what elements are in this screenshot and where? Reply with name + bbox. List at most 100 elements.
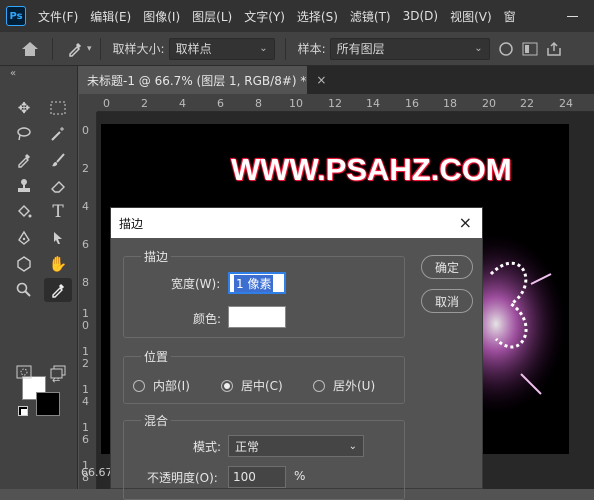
- lasso-tool-icon[interactable]: [10, 122, 38, 146]
- layers-ring-icon[interactable]: [494, 37, 518, 61]
- default-colors-icon-inner: [21, 409, 27, 415]
- color-swatch[interactable]: [228, 306, 286, 328]
- photoshop-logo[interactable]: Ps: [6, 6, 26, 26]
- menu-3d[interactable]: 3D(D): [397, 9, 444, 23]
- blend-group: [123, 420, 405, 500]
- radio-icon: [313, 379, 325, 392]
- ruler-tick: 12: [328, 97, 342, 110]
- panel-icon[interactable]: [518, 37, 542, 61]
- sample-size-label: 取样大小:: [112, 42, 165, 56]
- dialog-title: 描边: [119, 216, 144, 231]
- move-tool-icon[interactable]: ✥: [10, 96, 38, 120]
- sample-select[interactable]: 所有图层 ⌄: [329, 37, 490, 60]
- ruler-tick: 18: [443, 97, 457, 110]
- zoom-tool-icon[interactable]: [10, 278, 38, 302]
- horizontal-ruler[interactable]: 0 2 4 6 8 10 12 14 16 18 20 22 24: [97, 94, 594, 112]
- inside-radio[interactable]: 内部(I): [133, 377, 190, 394]
- menu-file[interactable]: 文件(F): [32, 8, 84, 25]
- eyedropper-tool-icon[interactable]: [63, 37, 87, 61]
- type-tool-icon[interactable]: T: [44, 200, 72, 224]
- center-radio[interactable]: 居中(C): [221, 377, 283, 394]
- marquee-tool-icon[interactable]: [44, 96, 72, 120]
- opacity-unit: %: [294, 469, 306, 483]
- pen-tool-icon[interactable]: [10, 226, 38, 250]
- hand-tool-icon[interactable]: ✋: [44, 252, 72, 276]
- ruler-tick: 1 2: [82, 345, 89, 370]
- outside-label: 居外(U): [333, 379, 376, 393]
- sample-label: 样本:: [297, 42, 326, 56]
- ruler-tick: 22: [520, 97, 534, 110]
- chevron-down-icon: ⌄: [259, 43, 268, 54]
- menu-filter[interactable]: 滤镜(T): [344, 8, 397, 25]
- menu-layer[interactable]: 图层(L): [186, 8, 238, 25]
- vertical-ruler[interactable]: 0 2 4 6 8 1 0 1 2 1 4 1 6 1 8: [79, 112, 97, 489]
- ruler-tick: 0: [103, 97, 110, 110]
- ruler-tick: 1 0: [82, 307, 89, 332]
- ruler-tick: 20: [482, 97, 496, 110]
- screen-mode-icon[interactable]: [44, 360, 72, 384]
- menu-image[interactable]: 图像(I): [137, 8, 186, 25]
- zoom-level[interactable]: 66.67: [81, 466, 113, 479]
- eraser-tool-icon[interactable]: [44, 174, 72, 198]
- ruler-tick: 1 6: [82, 421, 89, 446]
- document-tab[interactable]: 未标题-1 @ 66.7% (图层 1, RGB/8#) * ×: [79, 66, 326, 94]
- ruler-tick: 14: [366, 97, 380, 110]
- brush-tool-icon[interactable]: [44, 148, 72, 172]
- menu-select[interactable]: 选择(S): [291, 8, 344, 25]
- ok-button[interactable]: 确定: [421, 255, 473, 279]
- mode-select[interactable]: 正常 ⌄: [228, 435, 364, 457]
- chevron-down-icon: ⌄: [474, 43, 483, 54]
- sample-value: 所有图层: [336, 42, 385, 56]
- menu-type[interactable]: 文字(Y): [238, 8, 291, 25]
- opacity-value: 100: [233, 470, 256, 484]
- outside-radio[interactable]: 居外(U): [313, 377, 375, 394]
- close-tab-icon[interactable]: ×: [316, 73, 326, 87]
- close-icon[interactable]: ×: [459, 213, 472, 232]
- shape-tool-icon[interactable]: [10, 252, 38, 276]
- radio-selected-icon: [221, 379, 233, 392]
- radio-icon: [133, 379, 145, 392]
- color-sampler-tool-icon[interactable]: [44, 278, 72, 302]
- color-label: 颜色:: [193, 312, 222, 326]
- stroke-dialog: 描边 × 描边 宽度(W): 1 像素 颜色: 确定 取消 位置 内部(I) 居…: [110, 207, 483, 500]
- ruler-tick: 1 4: [82, 383, 89, 408]
- ruler-tick: 2: [82, 162, 89, 175]
- tools-panel: « ✥ T ✋ ⇄: [0, 66, 78, 489]
- chevron-down-icon[interactable]: ▾: [87, 44, 92, 54]
- clone-stamp-tool-icon[interactable]: [10, 174, 38, 198]
- collapse-icon[interactable]: «: [10, 68, 16, 79]
- background-color-swatch[interactable]: [36, 392, 60, 416]
- width-label: 宽度(W):: [171, 277, 221, 291]
- opacity-input[interactable]: 100: [228, 466, 286, 488]
- home-icon[interactable]: [18, 37, 42, 61]
- stroke-group-label: 描边: [141, 248, 172, 265]
- dialog-title-bar: 描边 ×: [111, 208, 482, 238]
- minimize-icon: [566, 15, 578, 17]
- ruler-tick: 6: [217, 97, 224, 110]
- menu-edit[interactable]: 编辑(E): [84, 8, 137, 25]
- mode-label: 模式:: [193, 440, 222, 454]
- mode-value: 正常: [235, 439, 260, 454]
- ruler-tick: 6: [82, 238, 89, 251]
- eyedropper-tool-icon[interactable]: [10, 148, 38, 172]
- sample-size-select[interactable]: 取样点 ⌄: [168, 37, 275, 60]
- cancel-button[interactable]: 取消: [421, 289, 473, 313]
- ruler-tick: 24: [559, 97, 573, 110]
- quick-mask-icon[interactable]: [10, 360, 38, 384]
- inside-label: 内部(I): [153, 379, 190, 393]
- location-group-label: 位置: [141, 348, 172, 365]
- ruler-corner: [79, 94, 97, 112]
- paint-bucket-tool-icon[interactable]: [10, 200, 38, 224]
- chevron-down-icon: ⌄: [348, 440, 357, 452]
- width-input[interactable]: 1 像素: [228, 272, 286, 294]
- ruler-tick: 4: [179, 97, 186, 110]
- center-label: 居中(C): [241, 379, 283, 393]
- magic-wand-tool-icon[interactable]: [44, 122, 72, 146]
- menu-view[interactable]: 视图(V): [444, 8, 498, 25]
- share-icon[interactable]: [542, 37, 566, 61]
- sample-size-value: 取样点: [175, 42, 212, 56]
- blend-group-label: 混合: [141, 412, 172, 429]
- minimize-button[interactable]: [550, 0, 594, 32]
- path-selection-tool-icon[interactable]: [44, 226, 72, 250]
- menu-window[interactable]: 窗: [498, 8, 522, 25]
